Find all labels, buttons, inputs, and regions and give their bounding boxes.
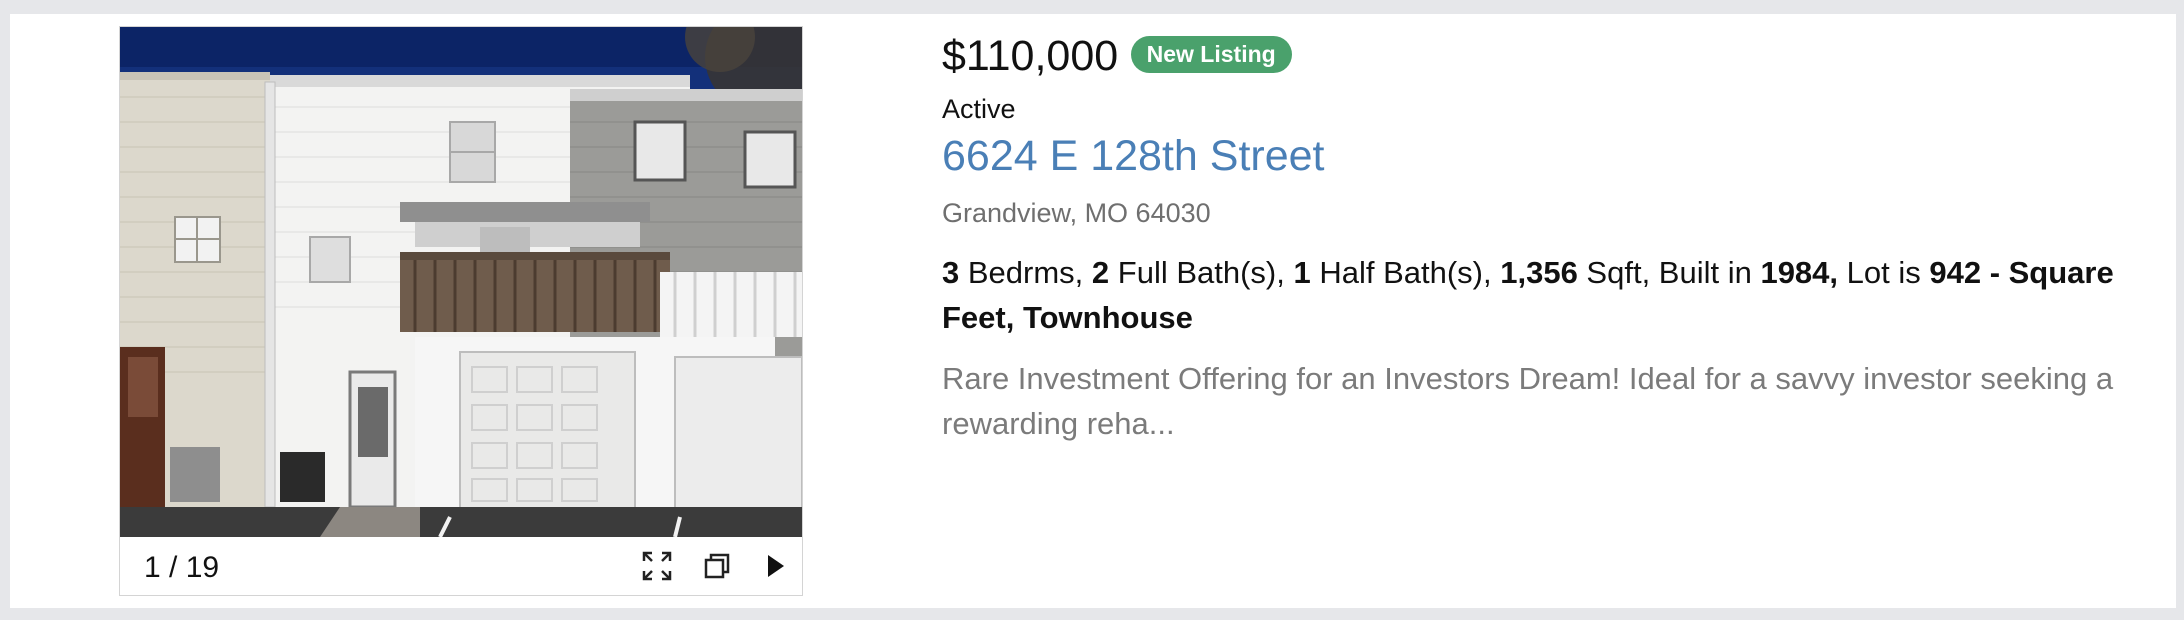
year-built: 1984, — [1760, 255, 1839, 290]
price: $110,000 — [942, 32, 1119, 80]
property-details: 3 Bedrms, 2 Full Bath(s), 1 Half Bath(s)… — [942, 250, 2122, 340]
listing-photo[interactable] — [120, 27, 802, 537]
full-baths-label: Full Bath(s), — [1109, 255, 1294, 290]
status-text: Active — [942, 94, 1016, 124]
new-listing-badge: New Listing — [1130, 36, 1292, 73]
photo-counter: 1 / 19 — [144, 551, 220, 584]
next-arrow-icon[interactable] — [756, 547, 794, 585]
popout-icon[interactable] — [698, 547, 736, 585]
address-link[interactable]: 6624 E 128th Street — [942, 132, 1325, 181]
city-state-zip: Grandview, MO 64030 — [942, 198, 1211, 228]
lot-label: Lot is — [1838, 255, 1930, 290]
full-baths-count: 2 — [1091, 255, 1110, 290]
photo-gallery: 1 / 19 — [119, 26, 803, 596]
price-row: $110,000 New Listing — [942, 32, 1292, 80]
photo-toolbar: 1 / 19 — [120, 537, 802, 595]
half-baths-count: 1 — [1293, 255, 1311, 290]
listing-card: 1 / 19 $110,000 New Listing Active 6624 … — [10, 14, 2176, 608]
beds-count: 3 — [942, 255, 960, 290]
sqft-value: 1,356 — [1500, 255, 1578, 290]
beds-label: Bedrms, — [959, 255, 1092, 290]
sqft-label: Sqft, Built in — [1577, 255, 1761, 290]
listing-description: Rare Investment Offering for an Investor… — [942, 361, 2114, 441]
half-baths-label: Half Bath(s), — [1310, 255, 1501, 290]
fullscreen-icon[interactable] — [638, 547, 676, 585]
